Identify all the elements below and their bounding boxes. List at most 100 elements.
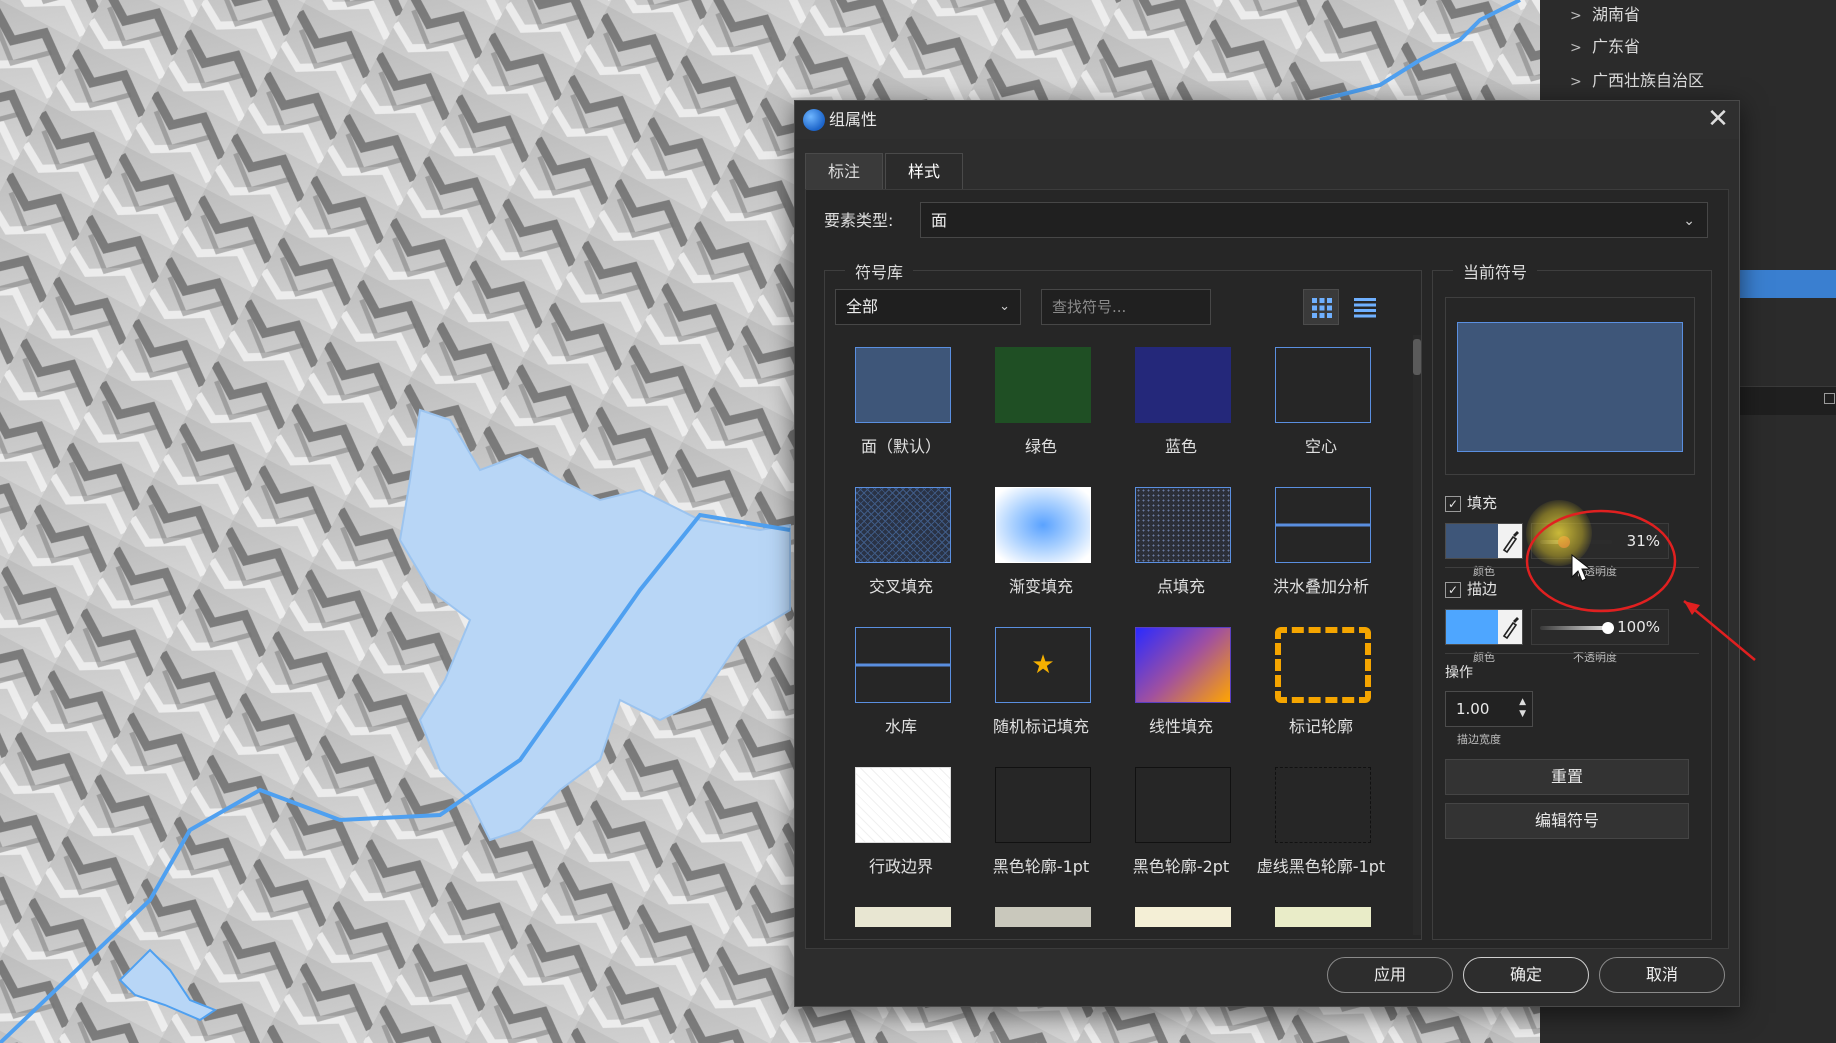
tab-label[interactable]: 标注 [805,153,884,190]
tab-style[interactable]: 样式 [885,153,964,190]
symbol-item[interactable]: 黑色轮廓-1pt [965,761,1105,881]
panel-strip [1740,386,1836,415]
symbol-label: 虚线黑色轮廓-1pt [1256,857,1386,876]
symbol-item[interactable]: 蓝色 [1105,341,1245,461]
close-icon[interactable]: ✕ [1703,105,1733,135]
symbol-item[interactable]: 黑色轮廓-2pt [1105,761,1245,881]
apply-button[interactable]: 应用 [1327,957,1453,993]
fill-checkbox[interactable]: ✓ [1445,495,1461,512]
fill-label: 填充 [1467,494,1498,512]
chevron-right-icon[interactable]: > [1570,67,1592,97]
stroke-width-input[interactable]: 1.00 ▲ ▼ [1445,691,1533,727]
symbol-swatch [855,767,951,843]
stroke-color-button[interactable] [1445,609,1523,645]
symbol-swatch [1135,767,1231,843]
current-symbol-caption: 当前符号 [1453,259,1538,283]
selected-row-highlight[interactable] [1740,270,1836,298]
symbol-item[interactable]: 点填充 [1105,481,1245,601]
symbol-item[interactable] [1245,901,1385,939]
symbol-search-input[interactable] [1041,289,1211,325]
symbol-label: 黑色轮廓-2pt [1132,857,1230,876]
symbol-label: 点填充 [1156,577,1205,596]
feature-type-value: 面 [931,211,948,230]
dialog-titlebar[interactable]: 组属性 ✕ [795,101,1739,139]
tree-item-guangdong[interactable]: > 广东省 [1570,32,1640,62]
chevron-right-icon[interactable]: > [1570,33,1592,63]
stroke-opacity-knob[interactable] [1602,622,1614,634]
fill-opacity-control[interactable]: 31% [1531,523,1669,559]
symbol-grid: 面（默认） 绿色 蓝色 空心交叉填充 渐变填充 点填充 洪水叠加分析水库 ★ 随机标记填充 线性填… [825,341,1407,939]
symbol-scrollbar[interactable] [1413,335,1421,935]
symbol-label: 渐变填充 [1008,577,1073,596]
cancel-button[interactable]: 取消 [1599,957,1725,993]
symbol-item[interactable] [965,901,1105,939]
scrollbar-thumb[interactable] [1413,339,1421,375]
edit-symbol-button[interactable]: 编辑符号 [1445,803,1689,839]
symbol-swatch [995,347,1091,423]
chevron-down-icon: ⌄ [999,299,1010,314]
fill-color-swatch [1446,524,1498,558]
reset-button[interactable]: 重置 [1445,759,1689,795]
symbol-swatch [995,767,1091,843]
symbol-swatch [855,627,951,703]
tree-item-guangxi[interactable]: > 广西壮族自治区 [1570,66,1704,96]
list-view-button[interactable] [1347,289,1383,325]
divider [1445,567,1699,568]
symbol-item[interactable]: 绿色 [965,341,1105,461]
symbol-item[interactable]: 水库 [825,621,965,741]
symbol-swatch [1275,907,1371,927]
fill-color-button[interactable] [1445,523,1523,559]
eyedropper-icon[interactable] [1498,610,1522,644]
fill-opacity-slider[interactable] [1540,536,1612,548]
symbol-item[interactable]: 行政边界 [825,761,965,881]
tab-content: 要素类型: 面 ⌄ 符号库 全部 ⌄ 查找符号... 面（默认） 绿色 蓝色 空… [805,189,1729,949]
symbol-label: 线性填充 [1148,717,1213,736]
symbol-item[interactable]: ★ 随机标记填充 [965,621,1105,741]
symbol-swatch [1135,907,1231,927]
symbol-preview [1445,297,1695,475]
tree-item-hunan[interactable]: > 湖南省 [1570,0,1640,30]
symbol-category-select[interactable]: 全部 ⌄ [835,289,1021,325]
symbol-library-caption: 符号库 [845,259,914,283]
feature-type-label: 要素类型: [824,211,894,230]
symbol-item[interactable]: 虚线黑色轮廓-1pt [1245,761,1385,881]
ok-button[interactable]: 确定 [1463,957,1589,993]
grid-view-button[interactable] [1303,289,1339,325]
symbol-swatch [1275,627,1371,703]
stroke-color-label: 颜色 [1473,651,1495,664]
symbol-item[interactable] [825,901,965,939]
fill-opacity-value: 31% [1626,532,1660,550]
dialog-title: 组属性 [829,110,878,129]
symbol-item[interactable]: 面（默认） [825,341,965,461]
grid-view-icon [1312,298,1332,318]
tree-item-label: 广西壮族自治区 [1592,71,1705,90]
symbol-label: 随机标记填充 [992,717,1089,736]
stroke-opacity-control[interactable]: 100% [1531,609,1669,645]
symbol-swatch [995,907,1091,927]
symbol-swatch [1135,487,1231,563]
symbol-item[interactable]: 标记轮廓 [1245,621,1385,741]
eyedropper-icon[interactable] [1498,524,1522,558]
symbol-item[interactable] [1105,901,1245,939]
symbol-item[interactable]: 交叉填充 [825,481,965,601]
symbol-swatch: ★ [995,627,1091,703]
restore-icon[interactable] [1824,393,1835,404]
stroke-width-label: 描边宽度 [1457,733,1501,746]
fill-opacity-knob[interactable] [1558,536,1570,548]
current-symbol-group: 当前符号 ✓ 填充 颜色 31% 不透明度 ✓ 描边 颜色 100% 不透明度 … [1432,259,1712,940]
symbol-swatch [1275,767,1371,843]
symbol-swatch [855,347,951,423]
feature-type-select[interactable]: 面 ⌄ [920,202,1708,238]
symbol-label: 水库 [884,717,917,736]
stroke-checkbox[interactable]: ✓ [1445,581,1461,598]
symbol-item[interactable]: 洪水叠加分析 [1245,481,1385,601]
stroke-color-swatch [1446,610,1498,644]
symbol-item[interactable]: 线性填充 [1105,621,1245,741]
spinner-icon[interactable]: ▲ ▼ [1519,696,1526,720]
symbol-label: 洪水叠加分析 [1272,577,1369,596]
chevron-right-icon[interactable]: > [1570,1,1592,31]
symbol-item[interactable]: 渐变填充 [965,481,1105,601]
symbol-item[interactable]: 空心 [1245,341,1385,461]
symbol-label: 行政边界 [868,857,933,876]
stroke-opacity-slider[interactable] [1540,622,1614,634]
